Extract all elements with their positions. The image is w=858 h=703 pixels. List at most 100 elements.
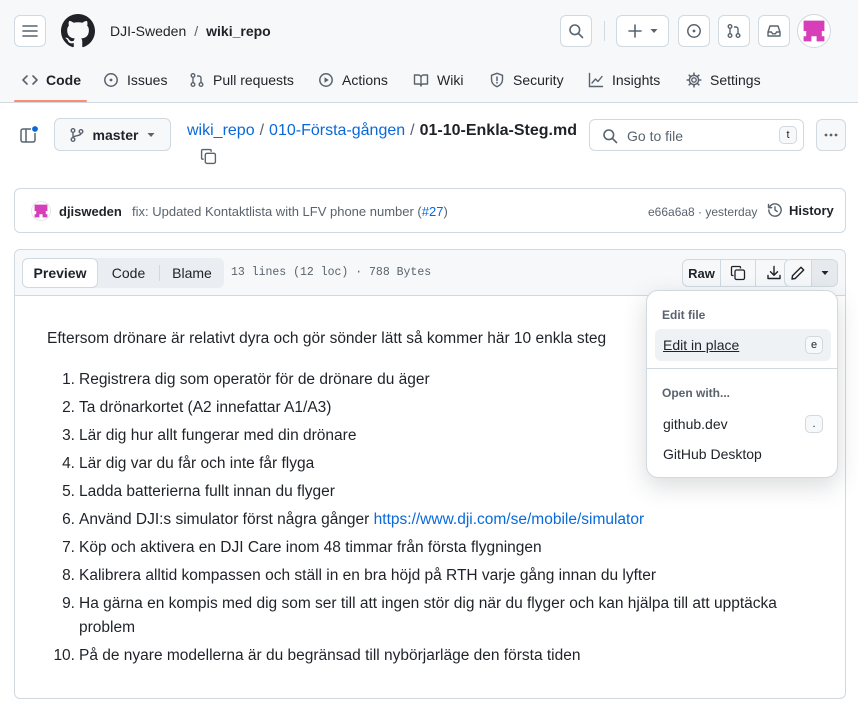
menu-item-github-dev[interactable]: github.dev . xyxy=(655,408,831,440)
avatar[interactable] xyxy=(797,14,831,48)
tab-label: Insights xyxy=(612,72,661,88)
issue-icon xyxy=(687,24,701,38)
edit-options-dropdown-button[interactable] xyxy=(812,260,837,286)
history-icon xyxy=(767,203,782,217)
list-item-text: Lär dig var du får och inte får flyga xyxy=(79,455,315,472)
simulator-link[interactable]: https://www.dji.com/se/mobile/simulator xyxy=(374,511,644,528)
breadcrumb-repo-link[interactable]: wiki_repo xyxy=(187,122,255,140)
menu-section-edit-file: Edit file xyxy=(662,308,706,322)
list-item-number: 7. xyxy=(62,539,75,556)
repo-separator: / xyxy=(194,23,199,39)
header-divider xyxy=(604,21,605,41)
go-to-file-input[interactable]: Go to file t xyxy=(589,119,804,151)
search-button[interactable] xyxy=(560,15,592,47)
history-label: History xyxy=(789,202,834,218)
breadcrumb-separator: / xyxy=(410,122,415,139)
hamburger-menu-button[interactable] xyxy=(14,15,46,47)
create-new-button[interactable] xyxy=(616,15,669,47)
triangle-down-icon xyxy=(821,271,828,275)
commit-message[interactable]: fix: Updated Kontaktlista with LFV phone… xyxy=(132,204,448,219)
tab-code[interactable]: Code xyxy=(22,63,81,97)
tab-label: Actions xyxy=(342,72,388,88)
list-item-number: 6. xyxy=(62,511,75,528)
list-item-number: 10. xyxy=(53,647,75,664)
blame-tab-label: Blame xyxy=(172,265,212,281)
commit-hash-time[interactable]: e66a6a8 · yesterday xyxy=(648,205,757,219)
list-item-text: Ha gärna en kompis med dig som ser till … xyxy=(79,595,777,636)
menu-item-label: Edit in place xyxy=(663,337,740,353)
tab-security[interactable]: Security xyxy=(489,63,564,97)
go-to-file-placeholder: Go to file xyxy=(627,128,684,144)
copy-icon xyxy=(200,148,217,165)
list-item-number: 5. xyxy=(62,483,75,500)
list-item: 7. Köp och aktivera en DJI Care inom 48 t… xyxy=(47,536,817,560)
tab-label: Settings xyxy=(710,72,761,88)
download-icon xyxy=(766,265,781,280)
plus-icon xyxy=(627,24,642,38)
branch-selector[interactable]: master xyxy=(54,118,171,151)
triangle-down-icon xyxy=(650,29,657,33)
repo-name-link[interactable]: wiki_repo xyxy=(206,23,271,39)
hamburger-icon xyxy=(22,25,38,37)
tab-label: Code xyxy=(46,72,81,88)
git-branch-icon xyxy=(70,127,84,142)
tab-wiki[interactable]: Wiki xyxy=(413,63,463,97)
commit-author[interactable]: djisweden xyxy=(59,204,122,219)
blame-tab[interactable]: Blame xyxy=(160,258,224,288)
menu-item-edit-in-place[interactable]: Edit in place e xyxy=(655,329,831,361)
inbox-icon xyxy=(767,25,781,37)
inbox-button[interactable] xyxy=(758,15,790,47)
play-icon xyxy=(319,73,333,87)
book-icon xyxy=(413,74,429,87)
github-logo[interactable] xyxy=(61,14,95,48)
search-icon xyxy=(569,24,584,39)
tab-settings[interactable]: Settings xyxy=(686,63,761,97)
tab-insights[interactable]: Insights xyxy=(588,63,660,97)
pencil-icon xyxy=(791,266,805,280)
repo-owner-link[interactable]: DJI-Sweden xyxy=(110,23,186,39)
raw-copy-download-group: Raw xyxy=(682,259,792,287)
edit-file-button[interactable] xyxy=(785,260,812,286)
tab-label: Wiki xyxy=(437,72,464,88)
commit-author-avatar[interactable] xyxy=(31,201,51,221)
identicon-icon xyxy=(34,204,48,218)
tab-actions[interactable]: Actions xyxy=(318,63,388,97)
go-to-file-shortcut: t xyxy=(779,126,797,144)
tab-pull-requests[interactable]: Pull requests xyxy=(189,63,294,97)
issue-icon xyxy=(104,73,118,87)
menu-item-github-desktop[interactable]: GitHub Desktop xyxy=(655,440,831,472)
issues-button[interactable] xyxy=(678,15,710,47)
preview-tab-label: Preview xyxy=(33,265,87,281)
intro-paragraph: Eftersom drönare är relativt dyra och gö… xyxy=(47,330,607,347)
copy-path-button[interactable] xyxy=(200,148,217,165)
file-info: 13 lines (12 loc) · 788 Bytes xyxy=(231,266,432,279)
list-item-text: Ta drönarkortet (A2 innefattar A1/A3) xyxy=(79,399,332,416)
tab-label: Issues xyxy=(127,72,168,88)
commit-pr-link[interactable]: #27 xyxy=(422,204,444,219)
menu-item-label: github.dev xyxy=(663,416,728,432)
pull-requests-button[interactable] xyxy=(718,15,750,47)
list-item-text: Kalibrera alltid kompassen och ställ in … xyxy=(79,567,656,584)
tab-label: Pull requests xyxy=(213,72,294,88)
breadcrumb-separator: / xyxy=(259,122,265,139)
preview-tab[interactable]: Preview xyxy=(22,258,98,288)
list-item-text: På de nyare modellerna är du begränsad t… xyxy=(79,647,581,664)
list-item-text: Ladda batterierna fullt innan du flyger xyxy=(79,483,335,500)
menu-item-shortcut: e xyxy=(805,336,823,354)
raw-button[interactable]: Raw xyxy=(683,260,721,286)
breadcrumb: wiki_repo / 010-Första-gången / 01-10-En… xyxy=(187,122,577,140)
copy-raw-button[interactable] xyxy=(721,260,756,286)
branch-name: master xyxy=(92,126,139,143)
more-options-button[interactable] xyxy=(816,119,846,151)
commit-message-suffix: ) xyxy=(443,204,448,219)
code-tab[interactable]: Code xyxy=(98,258,159,288)
history-button[interactable]: History xyxy=(767,202,834,218)
toggle-file-tree-button[interactable] xyxy=(19,125,39,145)
graph-icon xyxy=(588,72,604,88)
tab-issues[interactable]: Issues xyxy=(103,63,167,97)
triangle-down-icon xyxy=(147,132,155,137)
breadcrumb-file-name: 01-10-Enkla-Steg.md xyxy=(419,122,577,139)
selected-tab-underline xyxy=(14,100,87,102)
breadcrumb-folder-link[interactable]: 010-Första-gången xyxy=(269,122,405,140)
latest-commit-bar: djisweden fix: Updated Kontaktlista with… xyxy=(14,188,846,233)
